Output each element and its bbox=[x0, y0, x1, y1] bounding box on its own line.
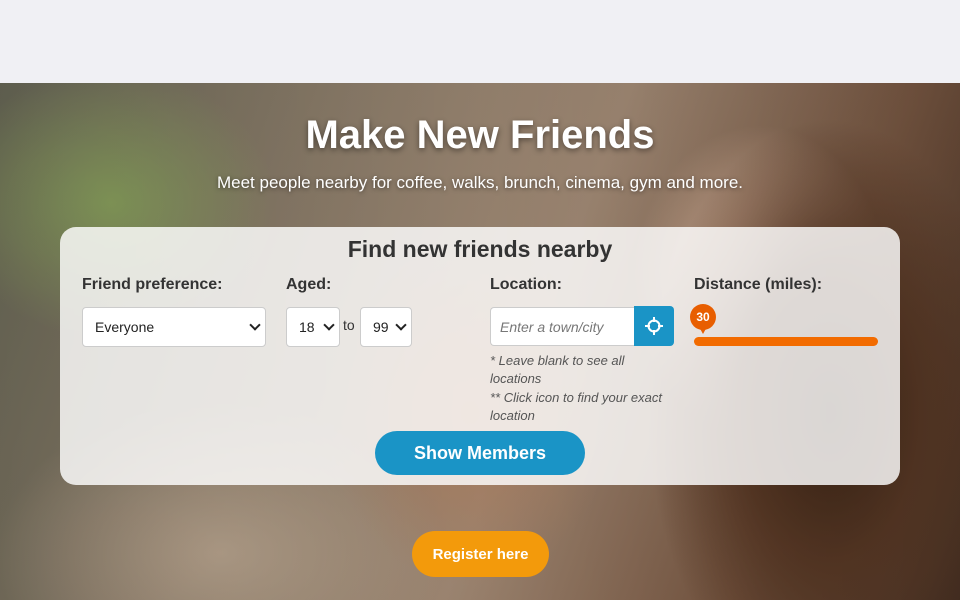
top-header-bar bbox=[0, 0, 960, 83]
location-note-exact: ** Click icon to find your exact locatio… bbox=[490, 390, 662, 423]
age-to-text: to bbox=[343, 317, 355, 333]
distance-slider-track[interactable] bbox=[694, 337, 878, 346]
age-min-select[interactable]: 18 bbox=[286, 307, 340, 347]
hero-title: Make New Friends bbox=[305, 113, 655, 157]
search-panel-title: Find new friends nearby bbox=[347, 236, 613, 262]
chevron-down-icon bbox=[395, 319, 407, 331]
age-max-select[interactable]: 99 bbox=[360, 307, 412, 347]
age-min-value: 18 bbox=[299, 319, 315, 335]
aged-label: Aged: bbox=[286, 276, 332, 293]
friend-preference-select[interactable]: Everyone bbox=[82, 307, 266, 347]
location-input[interactable]: Enter a town/city bbox=[490, 307, 635, 346]
locate-me-button[interactable] bbox=[634, 306, 674, 346]
chevron-down-icon bbox=[323, 319, 335, 331]
show-members-button[interactable]: Show Members bbox=[375, 431, 585, 475]
friend-preference-value: Everyone bbox=[95, 319, 155, 335]
distance-slider-handle[interactable]: 30 bbox=[690, 304, 716, 330]
friend-preference-label: Friend preference: bbox=[82, 276, 223, 293]
crosshair-icon bbox=[645, 317, 663, 335]
location-placeholder: Enter a town/city bbox=[500, 318, 604, 335]
distance-label: Distance (miles): bbox=[694, 276, 823, 293]
chevron-down-icon bbox=[249, 319, 261, 331]
location-note-blank: * Leave blank to see all locations bbox=[490, 353, 625, 386]
location-label: Location: bbox=[490, 276, 562, 293]
age-max-value: 99 bbox=[373, 319, 389, 335]
register-button[interactable]: Register here bbox=[412, 531, 549, 577]
hero-subtitle: Meet people nearby for coffee, walks, br… bbox=[216, 173, 743, 192]
search-panel: Find new friends nearby Friend preferenc… bbox=[60, 227, 900, 485]
